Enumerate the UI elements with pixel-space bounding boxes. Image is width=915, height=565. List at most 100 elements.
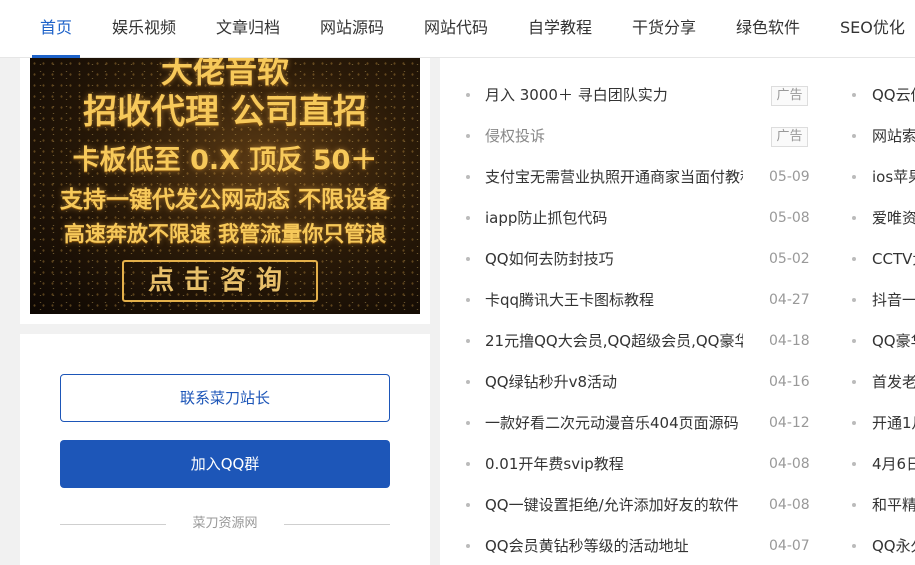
bullet-dot-icon bbox=[852, 380, 856, 384]
list-item[interactable]: CCTV大 bbox=[826, 238, 915, 279]
list-item[interactable]: QQ绿钻秒升v8活动 04-16 bbox=[440, 361, 820, 402]
article-title-link[interactable]: 网站索 bbox=[872, 125, 915, 147]
site-name-divider: 菜刀资源网 bbox=[60, 514, 390, 534]
article-title-link[interactable]: 侵权投诉 bbox=[485, 125, 743, 147]
list-item[interactable]: ios苹果 bbox=[826, 156, 915, 197]
article-title-link[interactable]: 一款好看二次元动漫音乐404页面源码 bbox=[485, 412, 743, 434]
ad-banner[interactable]: 大佬音软 招收代理 公司直招 卡板低至 0.X 顶反 50＋ 支持一键代发公网动… bbox=[30, 58, 420, 314]
article-list-column-2: QQ云伤网站索 ios苹果爱唯资 CCTV大抖音一 QQ豪华首发老开通1月 4月6日和平… bbox=[826, 74, 915, 565]
list-item[interactable]: QQ一键设置拒绝/允许添加好友的软件 04-08 bbox=[440, 484, 820, 525]
bullet-dot-icon bbox=[852, 339, 856, 343]
bullet-dot-icon bbox=[852, 298, 856, 302]
bullet-dot-icon bbox=[852, 257, 856, 261]
bullet-dot-icon bbox=[466, 421, 470, 425]
list-item[interactable]: 网站索 bbox=[826, 115, 915, 156]
list-item[interactable]: 21元撸QQ大会员,QQ超级会员,QQ豪华黄钻 04-18 bbox=[440, 320, 820, 361]
bullet-dot-icon bbox=[852, 93, 856, 97]
list-item[interactable]: 抖音一 bbox=[826, 279, 915, 320]
ad-badge: 广告 bbox=[771, 127, 808, 147]
divider-line-right bbox=[284, 524, 390, 525]
bullet-dot-icon bbox=[852, 503, 856, 507]
nav-item-home[interactable]: 首页 bbox=[31, 0, 81, 58]
article-date: 05-09 bbox=[769, 169, 810, 185]
nav-item-resources[interactable]: 干货分享 bbox=[632, 0, 696, 58]
list-item[interactable]: 开通1月 bbox=[826, 402, 915, 443]
banner-subline-feature: 支持一键代发公网动态 不限设备 bbox=[59, 187, 390, 213]
article-title-link[interactable]: QQ如何去防封技巧 bbox=[485, 248, 743, 270]
top-navigation: 首页 娱乐视频 文章归档 网站源码 网站代码 自学教程 干货分享 绿色软件 SE… bbox=[0, 0, 915, 58]
join-qq-group-button[interactable]: 加入QQ群 bbox=[60, 440, 390, 488]
list-item[interactable]: QQ云伤 bbox=[826, 74, 915, 115]
banner-card: 大佬音软 招收代理 公司直招 卡板低至 0.X 顶反 50＋ 支持一键代发公网动… bbox=[20, 58, 430, 324]
nav-item-green-software[interactable]: 绿色软件 bbox=[736, 0, 800, 58]
banner-consult-button[interactable]: 点击咨询 bbox=[122, 260, 318, 302]
list-item[interactable]: 支付宝无需营业执照开通商家当面付教程 05-09 bbox=[440, 156, 820, 197]
article-title-link[interactable]: 支付宝无需营业执照开通商家当面付教程 bbox=[485, 166, 743, 188]
bullet-dot-icon bbox=[466, 257, 470, 261]
bullet-dot-icon bbox=[466, 544, 470, 548]
nav-item-site-code[interactable]: 网站代码 bbox=[424, 0, 488, 58]
article-date: 05-02 bbox=[769, 251, 810, 267]
article-title-link[interactable]: QQ永久 bbox=[872, 535, 915, 557]
article-title-link[interactable]: 首发老 bbox=[872, 371, 915, 393]
article-date: 04-27 bbox=[769, 292, 810, 308]
article-list-column-1: 月入 3000＋ 寻白团队实力 广告 侵权投诉 广告 支付宝无需营业执照开通商家当面付教… bbox=[440, 74, 820, 565]
list-item[interactable]: 卡qq腾讯大王卡图标教程 04-27 bbox=[440, 279, 820, 320]
bullet-dot-icon bbox=[852, 134, 856, 138]
list-item[interactable]: QQ豪华 bbox=[826, 320, 915, 361]
list-item[interactable]: 爱唯资 bbox=[826, 197, 915, 238]
contact-card: 联系菜刀站长 加入QQ群 菜刀资源网 bbox=[20, 334, 430, 565]
article-title-link[interactable]: QQ云伤 bbox=[872, 84, 915, 106]
article-title-link[interactable]: 4月6日 bbox=[872, 453, 915, 475]
article-date: 04-08 bbox=[769, 497, 810, 513]
article-date: 04-07 bbox=[769, 538, 810, 554]
ad-badge: 广告 bbox=[771, 86, 808, 106]
article-title-link[interactable]: 抖音一 bbox=[872, 289, 915, 311]
bullet-dot-icon bbox=[466, 175, 470, 179]
bullet-dot-icon bbox=[466, 380, 470, 384]
article-title-link[interactable]: 开通1月 bbox=[872, 412, 915, 434]
nav-item-site-source[interactable]: 网站源码 bbox=[320, 0, 384, 58]
article-title-link[interactable]: 爱唯资 bbox=[872, 207, 915, 229]
list-item[interactable]: 和平精 bbox=[826, 484, 915, 525]
list-item[interactable]: iapp防止抓包代码 05-08 bbox=[440, 197, 820, 238]
article-title-link[interactable]: iapp防止抓包代码 bbox=[485, 207, 743, 229]
bullet-dot-icon bbox=[466, 503, 470, 507]
article-title-link[interactable]: 0.01开年费svip教程 bbox=[485, 453, 743, 475]
bullet-dot-icon bbox=[466, 298, 470, 302]
article-date: 05-08 bbox=[769, 210, 810, 226]
list-item[interactable]: 月入 3000＋ 寻白团队实力 广告 bbox=[440, 74, 820, 115]
article-title-link[interactable]: QQ豪华 bbox=[872, 330, 915, 352]
nav-item-seo[interactable]: SEO优化 bbox=[840, 0, 905, 58]
nav-item-entertainment-video[interactable]: 娱乐视频 bbox=[112, 0, 176, 58]
list-item[interactable]: 侵权投诉 广告 bbox=[440, 115, 820, 156]
article-title-link[interactable]: 21元撸QQ大会员,QQ超级会员,QQ豪华黄钻 bbox=[485, 330, 743, 352]
article-title-link[interactable]: 和平精 bbox=[872, 494, 915, 516]
list-item[interactable]: QQ会员黄钻秒等级的活动地址 04-07 bbox=[440, 525, 820, 565]
article-title-link[interactable]: QQ绿钻秒升v8活动 bbox=[485, 371, 743, 393]
list-item[interactable]: 0.01开年费svip教程 04-08 bbox=[440, 443, 820, 484]
nav-item-article-archive[interactable]: 文章归档 bbox=[216, 0, 280, 58]
bullet-dot-icon bbox=[466, 462, 470, 466]
list-item[interactable]: QQ永久 bbox=[826, 525, 915, 565]
article-title-link[interactable]: 月入 3000＋ 寻白团队实力 bbox=[485, 84, 743, 106]
banner-subline-price: 卡板低至 0.X 顶反 50＋ bbox=[72, 145, 378, 176]
bullet-dot-icon bbox=[852, 544, 856, 548]
contact-webmaster-button[interactable]: 联系菜刀站长 bbox=[60, 374, 390, 422]
article-title-link[interactable]: QQ会员黄钻秒等级的活动地址 bbox=[485, 535, 743, 557]
nav-item-tutorials[interactable]: 自学教程 bbox=[528, 0, 592, 58]
article-date: 04-18 bbox=[769, 333, 810, 349]
list-item[interactable]: 首发老 bbox=[826, 361, 915, 402]
article-title-link[interactable]: ios苹果 bbox=[872, 166, 915, 188]
article-title-link[interactable]: CCTV大 bbox=[872, 248, 915, 270]
bullet-dot-icon bbox=[466, 339, 470, 343]
list-item[interactable]: 4月6日 bbox=[826, 443, 915, 484]
banner-subline-speed: 高速奔放不限速 我管流量你只管浪 bbox=[63, 222, 387, 246]
list-item[interactable]: 一款好看二次元动漫音乐404页面源码 04-12 bbox=[440, 402, 820, 443]
banner-headline: 招收代理 公司直招 bbox=[83, 92, 367, 132]
article-title-link[interactable]: QQ一键设置拒绝/允许添加好友的软件 bbox=[485, 494, 743, 516]
article-title-link[interactable]: 卡qq腾讯大王卡图标教程 bbox=[485, 289, 743, 311]
bullet-dot-icon bbox=[466, 93, 470, 97]
list-item[interactable]: QQ如何去防封技巧 05-02 bbox=[440, 238, 820, 279]
bullet-dot-icon bbox=[466, 216, 470, 220]
